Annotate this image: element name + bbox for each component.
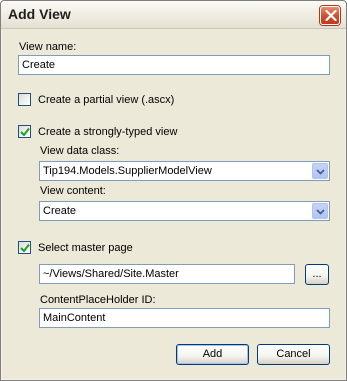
master-page-checkbox[interactable]: [18, 241, 31, 254]
view-content-dropdown-button[interactable]: [312, 203, 328, 219]
placeholder-id-label: ContentPlaceHolder ID:: [40, 294, 156, 306]
checkmark-icon: [20, 243, 30, 252]
view-data-class-dropdown-button[interactable]: [312, 163, 328, 179]
add-button[interactable]: Add: [176, 344, 249, 365]
strongly-typed-checkbox[interactable]: [18, 125, 31, 138]
master-page-path-input[interactable]: ~/Views/Shared/Site.Master: [39, 264, 295, 284]
view-name-label: View name:: [19, 41, 77, 53]
add-view-dialog: Add View View name: Create Create a part…: [0, 0, 347, 381]
partial-view-checkbox[interactable]: [18, 93, 31, 106]
dialog-title: Add View: [8, 6, 71, 22]
view-content-label: View content:: [40, 185, 106, 197]
chevron-down-icon: [316, 169, 325, 175]
view-content-value: Create: [43, 205, 77, 217]
chevron-down-icon: [316, 209, 325, 215]
title-bar[interactable]: Add View: [1, 1, 346, 29]
browse-master-page-button[interactable]: ...: [305, 264, 329, 285]
strongly-typed-label: Create a strongly-typed view: [38, 126, 178, 138]
partial-view-label: Create a partial view (.ascx): [38, 94, 175, 106]
close-button[interactable]: [320, 6, 340, 25]
placeholder-id-input[interactable]: MainContent: [39, 308, 330, 328]
cancel-button[interactable]: Cancel: [257, 344, 330, 365]
view-data-class-dropdown[interactable]: Tip194.Models.SupplierModelView: [39, 161, 330, 181]
view-content-dropdown[interactable]: Create: [39, 201, 330, 221]
view-data-class-value: Tip194.Models.SupplierModelView: [43, 165, 212, 177]
master-page-label: Select master page: [38, 242, 133, 254]
close-icon: [325, 10, 337, 21]
checkmark-icon: [20, 127, 30, 136]
view-name-input[interactable]: Create: [18, 55, 330, 75]
view-data-class-label: View data class:: [40, 145, 120, 157]
